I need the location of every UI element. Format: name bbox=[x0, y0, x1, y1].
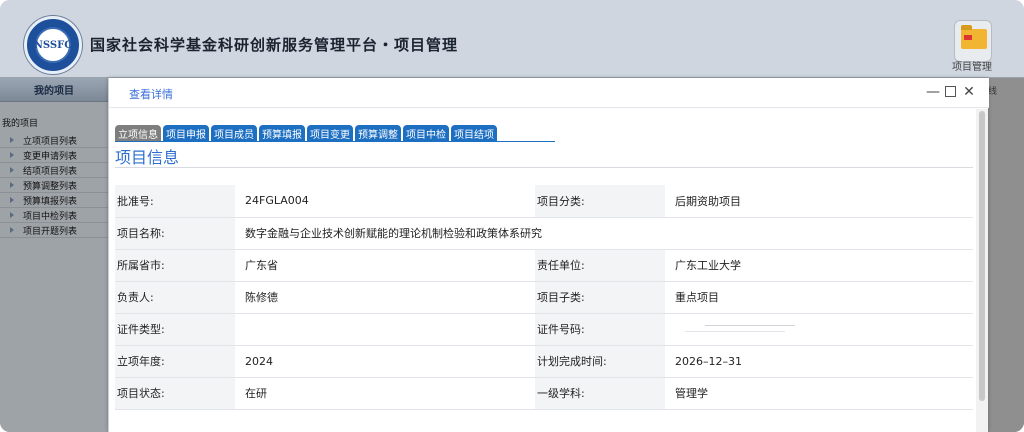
tab-project-completion[interactable]: 项目结项 bbox=[451, 125, 497, 141]
project-management-label: 项目管理 bbox=[952, 62, 992, 73]
logo-text: NSSFC bbox=[34, 27, 72, 63]
project-management-button[interactable] bbox=[954, 20, 992, 62]
triangle-right-icon bbox=[10, 182, 14, 188]
tab-project-members[interactable]: 项目成员 bbox=[211, 125, 257, 141]
triangle-right-icon bbox=[10, 212, 14, 218]
triangle-right-icon bbox=[10, 197, 14, 203]
category-value: 后期资助项目 bbox=[665, 185, 973, 218]
triangle-right-icon bbox=[10, 152, 14, 158]
table-row: 负责人: 陈修德 项目子类: 重点项目 bbox=[115, 281, 973, 314]
tab-underline bbox=[115, 141, 555, 142]
nssfc-logo-icon: NSSFC bbox=[24, 16, 82, 74]
sidebar-item-label: 立项项目列表 bbox=[23, 136, 78, 147]
sidebar-item-approved-list[interactable]: 立项项目列表 bbox=[0, 133, 108, 148]
modal-title: 查看详情 bbox=[129, 88, 173, 101]
sidebar-item-label: 项目开题列表 bbox=[23, 226, 78, 237]
sidebar-item-change-list[interactable]: 变更申请列表 bbox=[0, 148, 108, 163]
table-row: 所属省市: 广东省 责任单位: 广东工业大学 bbox=[115, 249, 973, 282]
sidebar-item-midterm-list[interactable]: 项目中检列表 bbox=[0, 208, 108, 223]
detail-tabs: 立项信息 项目申报 项目成员 预算填报 项目变更 预算调整 项目中检 项目结项 bbox=[115, 125, 497, 141]
close-icon[interactable]: ✕ bbox=[961, 84, 977, 100]
tab-project-application[interactable]: 项目申报 bbox=[163, 125, 209, 141]
folder-icon bbox=[961, 25, 987, 49]
background-text: 线 bbox=[988, 87, 998, 97]
id-type-value bbox=[235, 313, 535, 346]
province-value: 广东省 bbox=[235, 249, 535, 282]
table-row: 批准号: 24FGLA004 项目分类: 后期资助项目 bbox=[115, 185, 973, 218]
sidebar-item-label: 预算填报列表 bbox=[23, 196, 78, 207]
triangle-right-icon bbox=[10, 167, 14, 173]
sidebar-item-budget-adjust-list[interactable]: 预算调整列表 bbox=[0, 178, 108, 193]
tab-budget-fill[interactable]: 预算填报 bbox=[259, 125, 305, 141]
id-no-value bbox=[665, 313, 973, 346]
sidebar-item-label: 项目中检列表 bbox=[23, 211, 78, 222]
project-name-value: 数字金融与企业技术创新赋能的理论机制检验和政策体系研究 bbox=[235, 217, 973, 250]
modal-header: 查看详情 — ✕ bbox=[109, 78, 989, 108]
leader-label: 负责人: bbox=[115, 281, 235, 314]
sidebar-item-label: 结项项目列表 bbox=[23, 166, 78, 177]
maximize-icon[interactable] bbox=[945, 86, 956, 97]
id-no-label: 证件号码: bbox=[535, 313, 665, 346]
status-label: 项目状态: bbox=[115, 377, 235, 410]
modal-scrollbar[interactable] bbox=[976, 109, 988, 432]
triangle-right-icon bbox=[10, 227, 14, 233]
discipline-label: 一级学科: bbox=[535, 377, 665, 410]
tab-approval-info[interactable]: 立项信息 bbox=[115, 125, 161, 141]
status-value: 在研 bbox=[235, 377, 535, 410]
background-panel bbox=[984, 78, 1024, 432]
table-row: 证件类型: 证件号码: bbox=[115, 313, 973, 346]
approval-no-label: 批准号: bbox=[115, 185, 235, 218]
sidebar-item-label: 预算调整列表 bbox=[23, 181, 78, 192]
app-title: 国家社会科学基金科研创新服务管理平台・项目管理 bbox=[90, 36, 459, 54]
category-label: 项目分类: bbox=[535, 185, 665, 218]
subtype-label: 项目子类: bbox=[535, 281, 665, 314]
project-info-table: 批准号: 24FGLA004 项目分类: 后期资助项目 项目名称: 数字金融与企… bbox=[115, 185, 973, 410]
project-name-label: 项目名称: bbox=[115, 217, 235, 250]
app-window: NSSFC 国家社会科学基金科研创新服务管理平台・项目管理 项目管理 我的项目 … bbox=[0, 0, 1024, 432]
year-label: 立项年度: bbox=[115, 345, 235, 378]
unit-value: 广东工业大学 bbox=[665, 249, 973, 282]
triangle-right-icon bbox=[10, 137, 14, 143]
table-row: 立项年度: 2024 计划完成时间: 2026–12–31 bbox=[115, 345, 973, 378]
sidebar-item-label: 变更申请列表 bbox=[23, 151, 78, 162]
plan-end-label: 计划完成时间: bbox=[535, 345, 665, 378]
year-value: 2024 bbox=[235, 345, 535, 378]
section-title: 项目信息 bbox=[115, 148, 180, 167]
tab-budget-adjust[interactable]: 预算调整 bbox=[355, 125, 401, 141]
table-row: 项目名称: 数字金融与企业技术创新赋能的理论机制检验和政策体系研究 bbox=[115, 217, 973, 250]
sidebar-item-budget-fill-list[interactable]: 预算填报列表 bbox=[0, 193, 108, 208]
discipline-value: 管理学 bbox=[665, 377, 973, 410]
tab-project-change[interactable]: 项目变更 bbox=[307, 125, 353, 141]
id-type-label: 证件类型: bbox=[115, 313, 235, 346]
section-divider bbox=[115, 167, 973, 168]
tab-midterm-check[interactable]: 项目中检 bbox=[403, 125, 449, 141]
sidebar-item-opening-list[interactable]: 项目开题列表 bbox=[0, 223, 108, 238]
sidebar-title[interactable]: 我的项目 bbox=[0, 78, 108, 102]
subtype-value: 重点项目 bbox=[665, 281, 973, 314]
tree-root[interactable]: 我的项目 bbox=[0, 102, 108, 133]
unit-label: 责任单位: bbox=[535, 249, 665, 282]
sidebar-item-completed-list[interactable]: 结项项目列表 bbox=[0, 163, 108, 178]
province-label: 所属省市: bbox=[115, 249, 235, 282]
redacted-id bbox=[675, 321, 795, 335]
minimize-icon[interactable]: — bbox=[925, 84, 941, 100]
plan-end-value: 2026–12–31 bbox=[665, 345, 973, 378]
sidebar: 我的项目 我的项目 立项项目列表 变更申请列表 结项项目列表 预算调整列表 预算… bbox=[0, 78, 108, 432]
scroll-thumb[interactable] bbox=[979, 111, 985, 401]
approval-no-value: 24FGLA004 bbox=[235, 185, 535, 218]
leader-value: 陈修德 bbox=[235, 281, 535, 314]
app-header: NSSFC 国家社会科学基金科研创新服务管理平台・项目管理 项目管理 bbox=[0, 0, 1024, 78]
modal-body: 立项信息 项目申报 项目成员 预算填报 项目变更 预算调整 项目中检 项目结项 … bbox=[109, 109, 975, 432]
table-row: 项目状态: 在研 一级学科: 管理学 bbox=[115, 377, 973, 410]
detail-modal: 查看详情 — ✕ 立项信息 项目申报 项目成员 预算填报 项目变更 预算调整 项… bbox=[108, 78, 989, 432]
